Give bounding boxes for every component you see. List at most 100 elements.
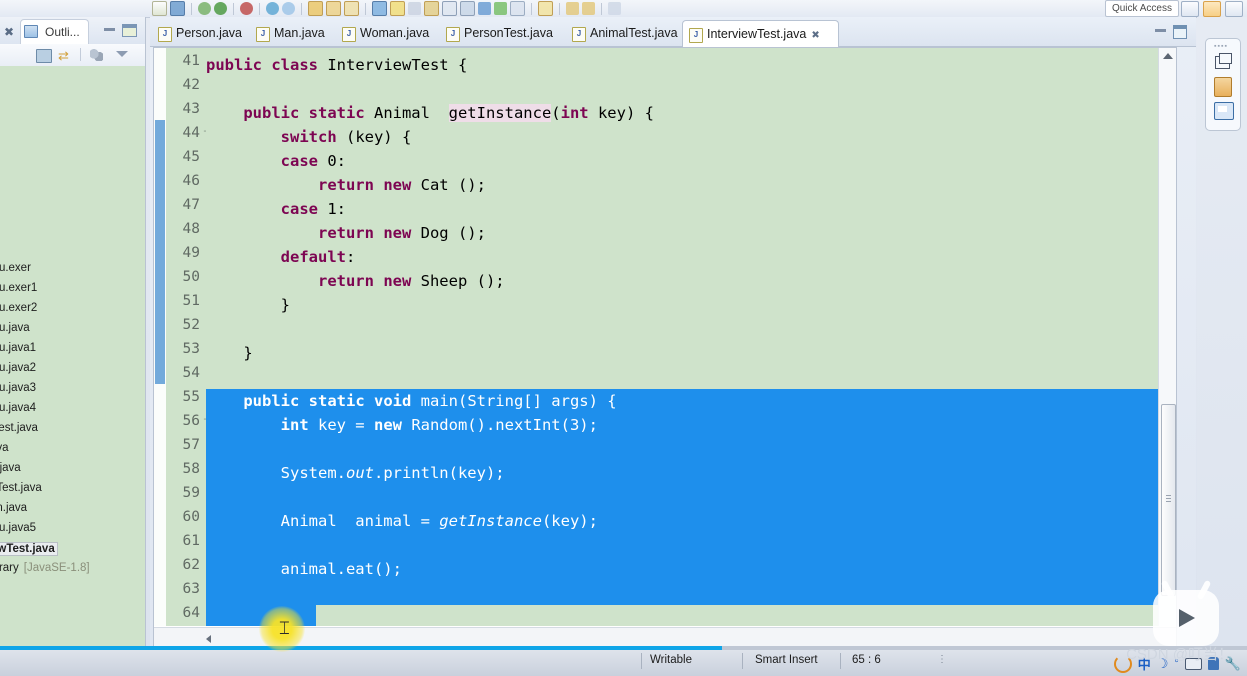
open-task-icon[interactable] <box>510 1 525 16</box>
code-line[interactable]: } <box>206 341 1158 365</box>
problems-view-icon[interactable] <box>1214 77 1232 97</box>
new-class-icon[interactable] <box>344 1 359 16</box>
code-line[interactable]: return new Sheep (); <box>206 269 1158 293</box>
close-icon[interactable]: ✖ <box>4 25 14 39</box>
tree-item[interactable]: igu.java <box>0 322 30 334</box>
close-tab-icon[interactable]: ✖ <box>811 30 819 41</box>
minimize-icon[interactable] <box>104 28 115 31</box>
open-perspective-button[interactable] <box>1181 1 1199 17</box>
horizontal-scrollbar[interactable] <box>154 627 1176 648</box>
tree-item[interactable]: igu.exer2 <box>0 302 37 314</box>
restore-view-icon[interactable] <box>1215 53 1232 69</box>
code-line[interactable]: public static Animal getInstance(int key… <box>206 101 1158 125</box>
tree-item[interactable]: an.java <box>0 502 27 514</box>
back-icon[interactable] <box>566 2 579 15</box>
console-view-icon[interactable] <box>1214 102 1234 120</box>
code-line[interactable]: case 0: <box>206 149 1158 173</box>
forward-icon[interactable] <box>582 2 595 15</box>
code-line[interactable]: switch (key) { <box>206 125 1158 149</box>
tree-item[interactable]: igu.java4 <box>0 402 36 414</box>
code-line[interactable]: case 1: <box>206 197 1158 221</box>
last-edit-location-icon[interactable] <box>494 2 507 15</box>
debug-perspective-button[interactable] <box>1225 1 1243 17</box>
maximize-editor-icon[interactable] <box>1173 25 1187 39</box>
vertical-scrollbar-thumb[interactable] <box>1161 404 1176 596</box>
collapse-all-icon[interactable] <box>36 49 52 63</box>
history-icon[interactable] <box>608 2 621 15</box>
quick-access-field[interactable]: Quick Access <box>1104 0 1179 17</box>
maximize-icon[interactable] <box>122 24 137 37</box>
new-java-project-icon[interactable] <box>308 1 323 16</box>
external-tools-icon[interactable] <box>266 2 279 15</box>
tree-item[interactable]: ava <box>0 442 9 454</box>
code-line[interactable] <box>206 581 1158 605</box>
package-explorer-tree[interactable]: igu.exer igu.exer1 igu.exer2 igu.java igu.ja… <box>0 66 145 649</box>
scroll-left-arrow-icon[interactable] <box>206 635 211 643</box>
tree-item[interactable]: igu.exer1 <box>0 282 37 294</box>
tree-item[interactable]: nTest.java <box>0 482 42 494</box>
tree-item[interactable]: igu.java3 <box>0 382 36 394</box>
code-editor[interactable]: 41424344-454647484950515253545556-575859… <box>153 47 1177 649</box>
code-line[interactable] <box>206 437 1158 461</box>
java-perspective-button[interactable] <box>1203 1 1221 17</box>
code-line[interactable]: return new Dog (); <box>206 221 1158 245</box>
tree-item[interactable]: lTest.java <box>0 422 38 434</box>
code-line[interactable]: public static void main(String[] args) { <box>206 389 1158 413</box>
editor-tab-animaltest-java[interactable]: J AnimalTest.java <box>566 20 691 46</box>
filter-icon[interactable] <box>90 49 103 61</box>
editor-tab-woman-java[interactable]: J Woman.java <box>336 20 449 46</box>
code-line[interactable]: int key = new Random().nextInt(3); <box>206 413 1158 437</box>
outline-icon <box>24 25 38 38</box>
coverage-icon[interactable] <box>240 2 253 15</box>
tree-item[interactable]: igu.exer <box>0 262 31 274</box>
tree-item[interactable]: ibrary [JavaSE-1.8] <box>0 562 90 574</box>
previous-annotation-icon[interactable] <box>478 2 491 15</box>
code-line[interactable]: System.out.println(key); <box>206 461 1158 485</box>
code-line[interactable] <box>206 365 1158 389</box>
run-icon[interactable] <box>214 2 227 15</box>
save-icon[interactable] <box>170 1 185 16</box>
marker-bar[interactable] <box>154 48 166 626</box>
code-line[interactable] <box>206 317 1158 341</box>
code-line[interactable]: animal.eat(); <box>206 557 1158 581</box>
editor-tab-persontest-java[interactable]: J PersonTest.java <box>440 20 575 46</box>
search-icon[interactable] <box>282 2 295 15</box>
tree-item[interactable]: ewTest.java <box>0 542 58 556</box>
marker-icon[interactable] <box>390 1 405 16</box>
view-menu-icon[interactable] <box>116 51 128 57</box>
code-line[interactable] <box>206 533 1158 557</box>
minimize-editor-icon[interactable] <box>1155 29 1166 32</box>
code-line[interactable]: return new Cat (); <box>206 173 1158 197</box>
new-package-icon[interactable] <box>326 1 341 16</box>
editor-tab-interviewtest-java[interactable]: J InterviewTest.java ✖ <box>682 20 839 48</box>
editor-tab-man-java[interactable]: J Man.java <box>250 20 345 46</box>
pin-editor-icon[interactable] <box>538 1 553 16</box>
code-line[interactable]: } <box>206 293 1158 317</box>
code-text-area[interactable]: public class InterviewTest { public stat… <box>206 48 1158 626</box>
tree-item[interactable]: igu.java1 <box>0 342 36 354</box>
new-icon[interactable] <box>152 1 167 16</box>
code-line[interactable]: } <box>206 605 1158 626</box>
scroll-up-arrow-icon[interactable] <box>1163 53 1173 59</box>
code-token: public <box>243 392 309 410</box>
toggle-breakpoint-icon[interactable] <box>442 1 457 16</box>
code-line[interactable]: Animal animal = getInstance(key); <box>206 509 1158 533</box>
tree-item[interactable]: igu.java2 <box>0 362 36 374</box>
open-type-icon[interactable] <box>372 1 387 16</box>
drag-handle-icon[interactable]: ▪▪▪▪ <box>1214 43 1228 50</box>
editor-tab-person-java[interactable]: J Person.java <box>152 20 259 46</box>
code-line[interactable] <box>206 77 1158 101</box>
tree-item[interactable]: n.java <box>0 462 21 474</box>
link-with-editor-icon[interactable]: ⇄ <box>58 48 69 64</box>
debug-icon[interactable] <box>198 2 211 15</box>
dropdown-icon[interactable] <box>408 2 421 15</box>
code-line[interactable]: default: <box>206 245 1158 269</box>
code-line[interactable]: public class InterviewTest { <box>206 53 1158 77</box>
video-play-button[interactable] <box>1153 590 1219 646</box>
vertical-scrollbar[interactable] <box>1158 48 1176 626</box>
skip-breakpoints-icon[interactable] <box>460 1 475 16</box>
next-annotation-icon[interactable] <box>424 1 439 16</box>
tree-item[interactable]: igu.java5 <box>0 522 36 534</box>
code-line[interactable] <box>206 485 1158 509</box>
code-line-text: Animal animal = getInstance(key); <box>206 509 598 533</box>
